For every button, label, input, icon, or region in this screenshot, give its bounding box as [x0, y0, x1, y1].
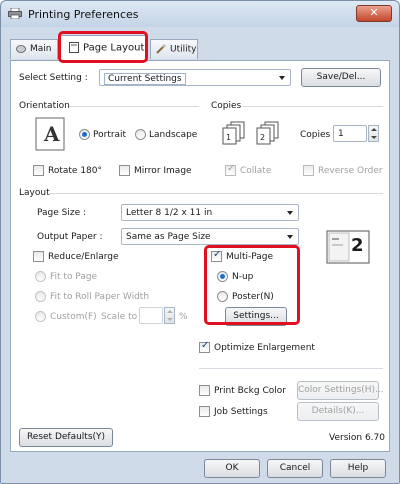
custom-label: Custom(F)	[50, 312, 97, 322]
nup-radio[interactable]	[217, 271, 228, 282]
collate-preview-icon: 1	[222, 121, 245, 145]
mirror-image-label: Mirror Image	[134, 166, 192, 176]
poster-label: Poster(N)	[232, 292, 274, 302]
help-button[interactable]: Help	[330, 459, 386, 478]
copies-title: Copies	[211, 101, 242, 111]
printing-preferences-window: Printing Preferences ✕ Main Page Layout …	[0, 0, 400, 484]
multi-page-label: Multi-Page	[226, 252, 274, 262]
window-title: Printing Preferences	[28, 8, 139, 21]
fit-to-page-label: Fit to Page	[50, 272, 98, 282]
select-setting-combo[interactable]: Current Settings	[99, 69, 291, 86]
svg-text:A: A	[43, 122, 60, 146]
landscape-label: Landscape	[149, 130, 198, 140]
fit-to-page-radio[interactable]	[35, 271, 46, 282]
multi-page-checkbox[interactable]	[211, 249, 222, 262]
page-size-combo[interactable]: Letter 8 1/2 x 11 in	[121, 204, 299, 221]
ok-button[interactable]: OK	[204, 459, 260, 478]
svg-text:1: 1	[226, 133, 231, 142]
cancel-button[interactable]: Cancel	[267, 459, 323, 478]
reverse-order-checkbox[interactable]	[303, 165, 314, 176]
fit-to-roll-label: Fit to Roll Paper Width	[50, 292, 150, 302]
page-layout-icon	[69, 42, 79, 53]
print-bckg-color-checkbox[interactable]	[199, 385, 210, 396]
custom-radio[interactable]	[35, 311, 46, 322]
mirror-image-checkbox[interactable]	[119, 165, 130, 176]
rotate-180-label: Rotate 180°	[48, 166, 103, 176]
chevron-down-icon	[279, 76, 285, 80]
copies-value: 1	[338, 129, 344, 139]
nup-label: N-up	[232, 272, 254, 282]
optimize-enlargement-label: Optimize Enlargement	[214, 343, 315, 353]
nup-preview-icon	[326, 230, 370, 264]
nup-preview-number: 2	[351, 235, 364, 256]
reverse-order-label: Reverse Order	[318, 166, 383, 176]
tab-utility[interactable]: Utility	[150, 39, 198, 59]
percent-label: %	[179, 312, 188, 322]
scale-to-stepper[interactable]	[164, 307, 175, 324]
reset-defaults-button[interactable]: Reset Defaults(Y)	[19, 428, 113, 447]
options-divider	[199, 368, 383, 369]
tab-main[interactable]: Main	[10, 39, 58, 59]
page-layout-panel: Select Setting : Current Settings Save/D…	[10, 60, 390, 452]
tab-strip: Main Page Layout Utility	[10, 33, 390, 61]
collate-preview-icon-2: 2	[256, 121, 279, 145]
output-paper-combo[interactable]: Same as Page Size	[121, 228, 299, 245]
tab-utility-label: Utility	[170, 44, 197, 55]
fit-to-roll-radio[interactable]	[35, 291, 46, 302]
chevron-down-icon	[287, 211, 293, 215]
tab-main-label: Main	[30, 44, 52, 54]
page-size-label: Page Size :	[37, 208, 87, 218]
utility-icon	[156, 44, 166, 54]
scale-to-input[interactable]	[139, 307, 163, 324]
landscape-radio[interactable]	[135, 129, 146, 140]
portrait-radio[interactable]	[79, 129, 90, 140]
copies-label: Copies :	[300, 130, 337, 140]
print-bckg-color-label: Print Bckg Color	[214, 386, 286, 396]
copies-divider	[243, 106, 383, 107]
main-tab-icon	[16, 45, 26, 53]
svg-text:2: 2	[260, 133, 265, 142]
chevron-down-icon	[287, 235, 293, 239]
output-paper-label: Output Paper :	[37, 232, 103, 242]
orientation-title: Orientation	[19, 101, 70, 111]
copies-input[interactable]: 1	[333, 125, 367, 142]
title-bar[interactable]: Printing Preferences ✕	[1, 1, 399, 27]
output-paper-value: Same as Page Size	[126, 232, 211, 242]
details-button[interactable]: Details(K)...	[297, 402, 379, 421]
poster-radio[interactable]	[217, 291, 228, 302]
close-button[interactable]: ✕	[356, 5, 392, 22]
save-del-button[interactable]: Save/Del...	[301, 68, 381, 87]
color-settings-button[interactable]: Color Settings(H)...	[297, 381, 384, 400]
job-settings-label: Job Settings	[214, 407, 268, 417]
scale-to-label: Scale to	[101, 312, 138, 322]
tab-page-layout-label: Page Layout	[83, 42, 145, 54]
select-setting-label: Select Setting :	[19, 73, 88, 83]
printer-icon	[8, 8, 22, 19]
collate-checkbox[interactable]	[225, 163, 236, 176]
job-settings-checkbox[interactable]	[199, 406, 210, 417]
portrait-preview-icon: A	[35, 117, 65, 151]
layout-divider	[49, 193, 383, 194]
reduce-enlarge-label: Reduce/Enlarge	[48, 252, 119, 262]
orientation-divider	[69, 106, 199, 107]
close-icon: ✕	[369, 6, 379, 19]
reduce-enlarge-checkbox[interactable]	[33, 251, 44, 262]
optimize-enlargement-checkbox[interactable]	[199, 340, 210, 353]
copies-stepper[interactable]	[368, 125, 379, 142]
page-size-value: Letter 8 1/2 x 11 in	[126, 208, 213, 218]
tab-page-layout[interactable]: Page Layout	[60, 35, 148, 61]
settings-button[interactable]: Settings...	[225, 307, 287, 326]
rotate-180-checkbox[interactable]	[33, 165, 44, 176]
select-setting-value: Current Settings	[104, 73, 186, 85]
layout-title: Layout	[19, 188, 50, 198]
version-label: Version 6.70	[329, 433, 385, 443]
collate-label: Collate	[240, 166, 272, 176]
portrait-label: Portrait	[93, 130, 127, 140]
